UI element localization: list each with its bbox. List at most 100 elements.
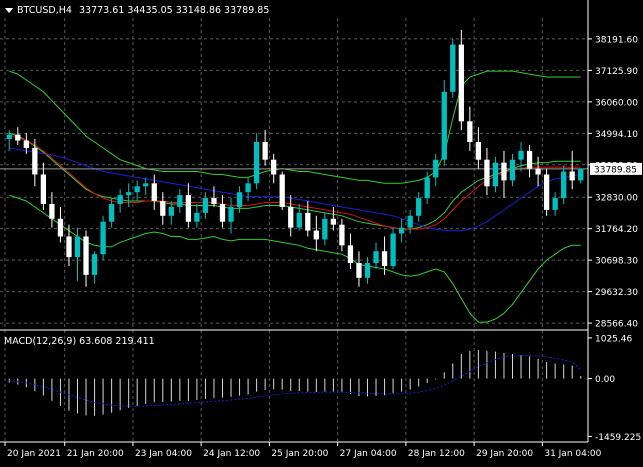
- candle-up: [228, 206, 234, 222]
- candle-down: [151, 183, 157, 202]
- candle-down: [57, 218, 64, 237]
- candle-down: [458, 44, 464, 122]
- candle-up: [245, 183, 251, 193]
- time-tick-label: 27 Jan 04:00: [340, 449, 397, 459]
- candle-up: [126, 192, 132, 196]
- last-price-tag: 33789.85: [590, 162, 642, 175]
- time-tick-label: 20 Jan 2021: [7, 449, 61, 459]
- candle-down: [66, 236, 72, 258]
- price-tick-label: 37125.90: [595, 67, 638, 77]
- macd-tick-label: 0.00: [595, 375, 615, 385]
- candle-up: [202, 198, 209, 213]
- candle-down: [381, 251, 388, 266]
- price-tick-label: 38191.60: [595, 35, 638, 45]
- candle-down: [219, 204, 226, 222]
- candle-up: [450, 44, 456, 92]
- price-tick-label: 34994.10: [595, 130, 638, 140]
- candle-up: [253, 142, 260, 184]
- candle-down: [279, 174, 285, 207]
- time-tick-label: 29 Jan 20:00: [476, 449, 533, 459]
- candle-down: [15, 134, 21, 141]
- candle-down: [40, 174, 47, 204]
- time-tick-label: 31 Jan 04:00: [544, 449, 601, 459]
- macd-tick-label: 1025.46: [595, 334, 632, 344]
- candle-down: [467, 121, 473, 142]
- candle-down: [535, 168, 541, 175]
- candle-up: [416, 198, 422, 216]
- price-tick-label: 29632.30: [595, 288, 638, 298]
- candle-down: [569, 171, 575, 181]
- candle-up: [91, 254, 98, 275]
- candle-up: [177, 195, 183, 207]
- chart-window[interactable]: 38191.6037125.9036060.0034994.1033928.20…: [0, 0, 643, 463]
- candle-down: [347, 245, 354, 264]
- macd-label: MACD(12,26,9) 63.608 219.411: [4, 336, 155, 347]
- macd-tick-label: -1459.225: [595, 433, 641, 443]
- candle-down: [211, 198, 217, 204]
- candle-down: [23, 140, 29, 148]
- candle-up: [108, 204, 115, 222]
- candle-up: [433, 159, 439, 178]
- candle-down: [305, 212, 311, 231]
- candle-up: [407, 215, 413, 228]
- indicator-lines: [0, 70, 588, 323]
- candle-down: [484, 159, 490, 187]
- candle-down: [271, 159, 277, 175]
- candle-up: [296, 212, 302, 228]
- candle-up: [578, 168, 584, 181]
- candle-up: [143, 183, 149, 187]
- triangle-down-icon[interactable]: [5, 8, 13, 13]
- candle-down: [501, 162, 507, 181]
- candlestick-series: [6, 29, 584, 287]
- candle-up: [134, 186, 140, 193]
- grid-lines: [0, 18, 588, 442]
- time-tick-label: 25 Jan 20:00: [271, 449, 328, 459]
- candle-up: [492, 162, 499, 187]
- candle-up: [561, 171, 567, 199]
- candle-up: [100, 221, 106, 255]
- price-tick-label: 31764.20: [595, 225, 638, 235]
- macd-histogram: [8, 350, 582, 416]
- candle-down: [356, 263, 362, 278]
- candle-up: [552, 198, 558, 210]
- candle-up: [518, 150, 524, 160]
- last-price-tag-label: 33789.85: [594, 165, 637, 175]
- candle-up: [6, 134, 12, 140]
- candle-down: [32, 147, 38, 175]
- candle-up: [194, 212, 200, 222]
- candle-down: [543, 174, 550, 210]
- candle-up: [390, 233, 396, 266]
- candle-up: [441, 91, 447, 160]
- candle-up: [373, 251, 379, 264]
- candle-down: [475, 142, 482, 160]
- candle-down: [288, 206, 294, 228]
- candle-up: [424, 177, 430, 199]
- time-tick-label: 23 Jan 04:00: [135, 449, 192, 459]
- candle-down: [83, 236, 89, 275]
- candle-up: [509, 159, 516, 181]
- candle-up: [322, 218, 328, 240]
- symbol-label: BTCUSD,H4: [17, 5, 72, 16]
- time-tick-label: 24 Jan 12:00: [203, 449, 260, 459]
- axes: [0, 0, 592, 446]
- price-tick-label: 28566.40: [595, 320, 638, 330]
- candle-up: [117, 195, 123, 204]
- candle-up: [236, 192, 243, 207]
- candle-up: [168, 206, 174, 216]
- candle-down: [185, 195, 192, 222]
- candle-up: [398, 227, 405, 234]
- time-tick-label: 28 Jan 12:00: [408, 449, 465, 459]
- candle-down: [526, 150, 533, 169]
- candle-down: [160, 201, 166, 216]
- price-tick-label: 36060.00: [595, 98, 638, 108]
- price-tick-label: 32830.00: [595, 194, 638, 204]
- candle-down: [49, 204, 55, 219]
- ohlc-values: 33773.61 34435.05 33148.86 33789.85: [79, 5, 269, 16]
- candle-down: [262, 142, 268, 160]
- candle-up: [74, 236, 81, 258]
- candle-down: [313, 230, 319, 240]
- price-tick-label: 30698.30: [595, 257, 638, 267]
- candle-down: [339, 224, 345, 246]
- candle-down: [330, 218, 337, 225]
- candle-up: [364, 263, 371, 278]
